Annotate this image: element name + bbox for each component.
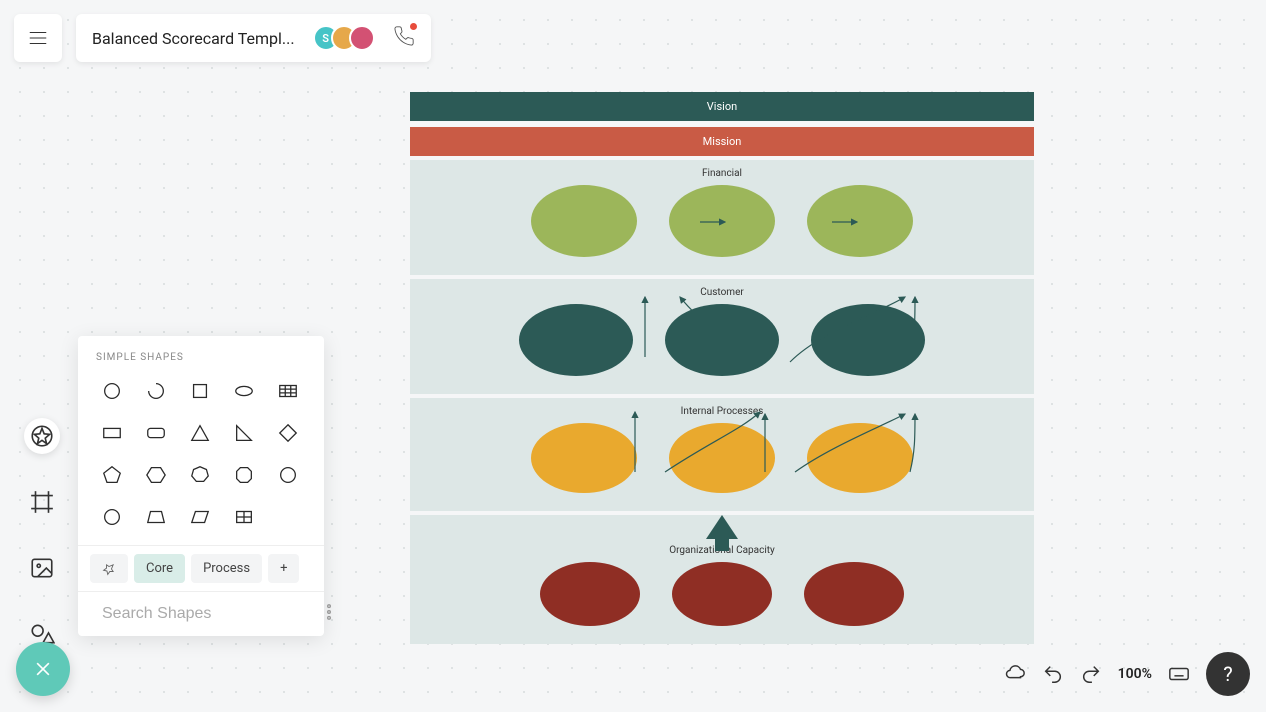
mission-bar[interactable]: Mission xyxy=(410,127,1034,156)
big-up-arrow-icon xyxy=(706,515,738,539)
shape-rectangle[interactable] xyxy=(96,419,128,447)
shape-rounded-rect[interactable] xyxy=(140,419,172,447)
shape-right-triangle[interactable] xyxy=(228,419,260,447)
shape-trapezoid[interactable] xyxy=(140,503,172,531)
shape-heptagon[interactable] xyxy=(184,461,216,489)
cloud-sync-button[interactable] xyxy=(1004,663,1026,685)
internal-section[interactable]: Internal Processes xyxy=(410,398,1034,511)
financial-section[interactable]: Financial xyxy=(410,160,1034,275)
shape-triangle[interactable] xyxy=(184,419,216,447)
shape-decagon[interactable] xyxy=(96,503,128,531)
document-title-card: Balanced Scorecard Templ... S xyxy=(76,14,431,62)
financial-node[interactable] xyxy=(669,185,775,257)
section-label: Financial xyxy=(410,166,1034,185)
section-label: Internal Processes xyxy=(410,404,1034,423)
frame-tool-button[interactable] xyxy=(24,484,60,520)
cloud-icon xyxy=(1004,663,1026,685)
shape-arc[interactable] xyxy=(140,377,172,405)
undo-icon xyxy=(1042,663,1064,685)
shapes-grid xyxy=(78,373,324,545)
keyboard-button[interactable] xyxy=(1168,663,1190,685)
process-tab[interactable]: Process xyxy=(191,554,262,583)
panel-section-title: SIMPLE SHAPES xyxy=(78,352,324,373)
shape-diamond[interactable] xyxy=(272,419,304,447)
shape-hexagon[interactable] xyxy=(140,461,172,489)
document-title[interactable]: Balanced Scorecard Templ... xyxy=(92,29,295,48)
section-label: Customer xyxy=(410,285,1034,304)
shape-parallelogram[interactable] xyxy=(184,503,216,531)
top-bar: Balanced Scorecard Templ... S xyxy=(14,14,431,62)
customer-node[interactable] xyxy=(665,304,779,376)
main-menu-button[interactable] xyxy=(14,14,62,62)
customer-node[interactable] xyxy=(811,304,925,376)
diagram-canvas[interactable]: Vision Mission Financial Customer Intern… xyxy=(410,92,1034,644)
capacity-section[interactable]: Organizational Capacity xyxy=(410,515,1034,644)
capacity-node[interactable] xyxy=(804,562,904,626)
bottom-controls: 100% ? xyxy=(1004,652,1250,696)
redo-icon xyxy=(1080,663,1102,685)
call-button[interactable] xyxy=(393,25,415,51)
search-row xyxy=(78,591,324,636)
shape-octagon[interactable] xyxy=(228,461,260,489)
shapes-tool-button[interactable] xyxy=(24,418,60,454)
pin-tab[interactable] xyxy=(90,554,128,583)
shape-category-tabs: Core Process + xyxy=(78,545,324,591)
search-more-button[interactable] xyxy=(319,602,339,626)
shape-ellipse[interactable] xyxy=(228,377,260,405)
financial-node[interactable] xyxy=(531,185,637,257)
more-vertical-icon xyxy=(319,602,339,622)
shape-square[interactable] xyxy=(184,377,216,405)
collaborator-avatars[interactable]: S xyxy=(313,25,375,51)
shape-table[interactable] xyxy=(272,377,304,405)
core-tab[interactable]: Core xyxy=(134,554,185,583)
help-button[interactable]: ? xyxy=(1206,652,1250,696)
zoom-level[interactable]: 100% xyxy=(1118,666,1152,682)
capacity-node[interactable] xyxy=(540,562,640,626)
shape-nonagon[interactable] xyxy=(272,461,304,489)
customer-section[interactable]: Customer xyxy=(410,279,1034,394)
internal-node[interactable] xyxy=(807,423,913,493)
notification-dot-icon xyxy=(410,23,417,30)
pin-icon xyxy=(102,562,116,576)
close-panel-button[interactable] xyxy=(16,642,70,696)
financial-node[interactable] xyxy=(807,185,913,257)
star-shapes-icon xyxy=(29,423,55,449)
customer-node[interactable] xyxy=(519,304,633,376)
add-category-tab[interactable]: + xyxy=(268,554,299,583)
shape-circle[interactable] xyxy=(96,377,128,405)
internal-node[interactable] xyxy=(669,423,775,493)
left-toolbar xyxy=(24,418,60,652)
undo-button[interactable] xyxy=(1042,663,1064,685)
hamburger-icon xyxy=(27,27,49,49)
keyboard-icon xyxy=(1168,663,1190,685)
redo-button[interactable] xyxy=(1080,663,1102,685)
shape-pentagon[interactable] xyxy=(96,461,128,489)
frame-icon xyxy=(29,489,55,515)
search-shapes-input[interactable] xyxy=(102,605,309,623)
close-icon xyxy=(33,659,53,679)
image-icon xyxy=(29,555,55,581)
image-tool-button[interactable] xyxy=(24,550,60,586)
shape-grid[interactable] xyxy=(228,503,260,531)
capacity-node[interactable] xyxy=(672,562,772,626)
internal-node[interactable] xyxy=(531,423,637,493)
avatar[interactable] xyxy=(349,25,375,51)
shapes-panel: SIMPLE SHAPES Core Process + xyxy=(78,336,324,636)
vision-bar[interactable]: Vision xyxy=(410,92,1034,121)
